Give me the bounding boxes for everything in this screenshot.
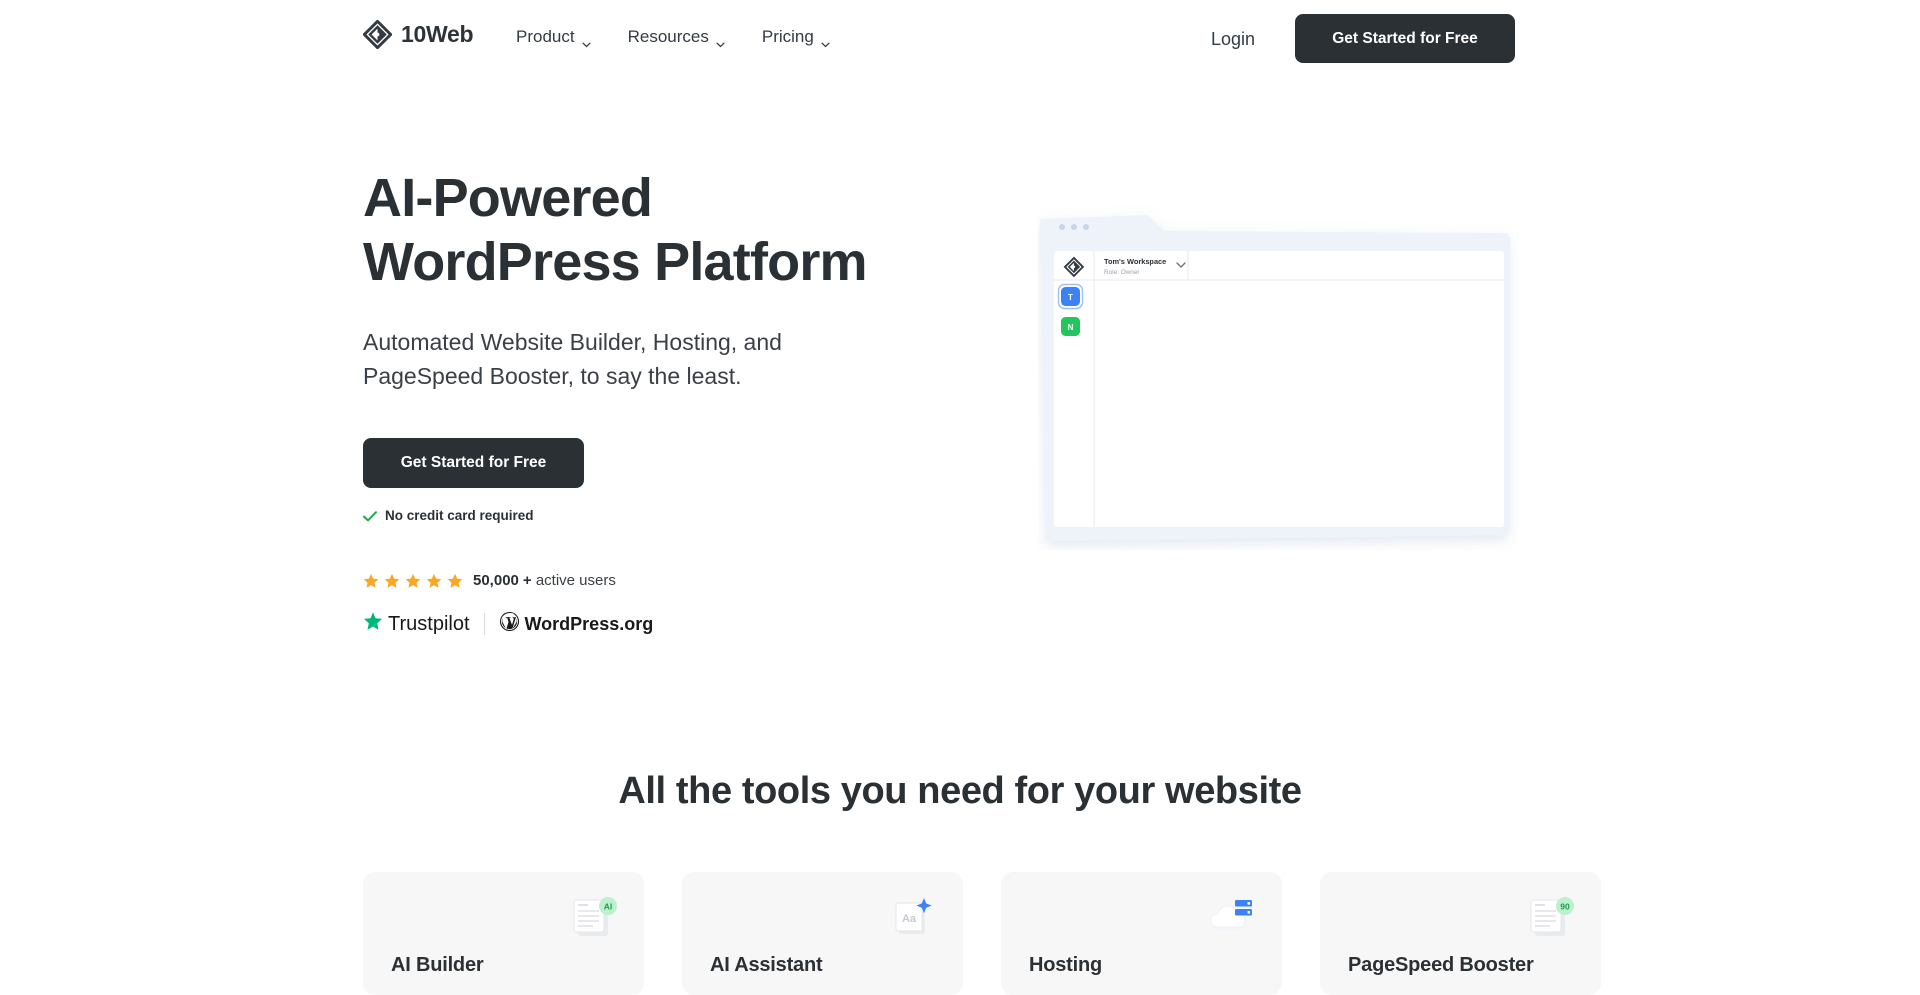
hero-get-started-button[interactable]: Get Started for Free [363,437,584,488]
page-root: 10Web Product Resources Pricing Login Ge… [0,0,1920,995]
logo-link[interactable]: 10Web [362,19,474,50]
window-dot [1083,224,1089,230]
trust-badges: Trustpilot WordPress.org [363,611,1003,637]
tool-card-hosting[interactable]: Hosting [1001,872,1282,995]
site-header: 10Web Product Resources Pricing Login Ge… [0,0,1920,80]
tenweb-diamond-logo-icon [362,19,393,50]
hero-section: AI-Powered WordPress Platform Automated … [363,166,1003,637]
chevron-down-icon [821,34,830,47]
nav-item-resources[interactable]: Resources [627,27,725,47]
card-badge-text: AI [604,902,613,912]
trustpilot-badge[interactable]: Trustpilot [363,611,470,636]
hero-subtitle: Automated Website Builder, Hosting, and … [363,328,782,389]
badge-divider [483,612,485,635]
rating-suffix: active users [535,572,616,590]
chevron-down-icon [716,34,725,47]
star-icon [426,573,442,589]
tool-card-title: AI Builder [391,954,484,976]
trustpilot-label: Trustpilot [388,612,470,635]
document-score-badge-icon: 90 [1525,892,1579,942]
rating-plus: + [522,572,532,590]
tool-card-title: AI Assistant [710,954,823,976]
card-badge-text: Aa [902,913,917,925]
star-icon [447,573,463,589]
wordpress-icon [499,611,520,637]
mockup-workspace-title: Tom's Workspace [1104,257,1166,266]
star-rating [363,573,463,589]
no-credit-card-label: No credit card required [385,507,534,523]
star-icon [405,573,421,589]
tool-card-title: Hosting [1029,954,1103,976]
tool-card-title: PageSpeed Booster [1348,954,1534,976]
dashboard-mockup: Tom's Workspace Role: Owner T N [1038,205,1518,550]
green-check-icon [363,510,377,521]
trustpilot-star-icon [363,611,383,636]
tool-card-ai-builder[interactable]: AI AI Builder [363,872,644,995]
window-dot [1059,224,1065,230]
window-dot [1071,224,1077,230]
star-icon [363,573,379,589]
nav-item-label: Product [516,27,575,46]
nav-item-pricing[interactable]: Pricing [761,27,830,47]
tool-card-ai-assistant[interactable]: Aa AI Assistant [682,872,963,995]
wordpress-badge[interactable]: WordPress.org [499,611,654,637]
nav-item-label: Resources [627,27,709,46]
svg-text:T: T [1068,293,1073,302]
main-nav: Product Resources Pricing [516,27,830,47]
tools-section-title: All the tools you need for your website [618,770,1302,812]
page-title: AI-Powered WordPress Platform [363,168,868,293]
login-link[interactable]: Login [1211,30,1255,48]
logo-text: 10Web [401,21,474,47]
nav-item-label: Pricing [761,27,814,46]
header-get-started-button[interactable]: Get Started for Free [1295,14,1515,63]
cloud-server-icon [1206,892,1260,942]
card-badge-text: 90 [1560,902,1570,912]
tools-card-grid: AI AI Builder Aa AI Assistant Hosting 90… [363,872,1601,995]
text-sparkle-icon: Aa [887,892,941,942]
mockup-workspace-role: Role: Owner [1104,269,1140,276]
wordpress-label: WordPress.org [524,613,654,634]
tool-card-pagespeed-booster[interactable]: 90 PageSpeed Booster [1320,872,1601,995]
header-actions: Login Get Started for Free [1211,14,1920,63]
nav-item-product[interactable]: Product [516,27,591,47]
chevron-down-icon [582,34,591,47]
svg-text:N: N [1068,323,1074,332]
rating-block: 50,000 + active users [363,573,1003,589]
star-icon [384,573,400,589]
rating-count: 50,000 [473,572,519,590]
rating-text: 50,000 + active users [473,573,616,588]
no-credit-card-note: No credit card required [363,508,1003,523]
document-ai-badge-icon: AI [568,892,622,942]
